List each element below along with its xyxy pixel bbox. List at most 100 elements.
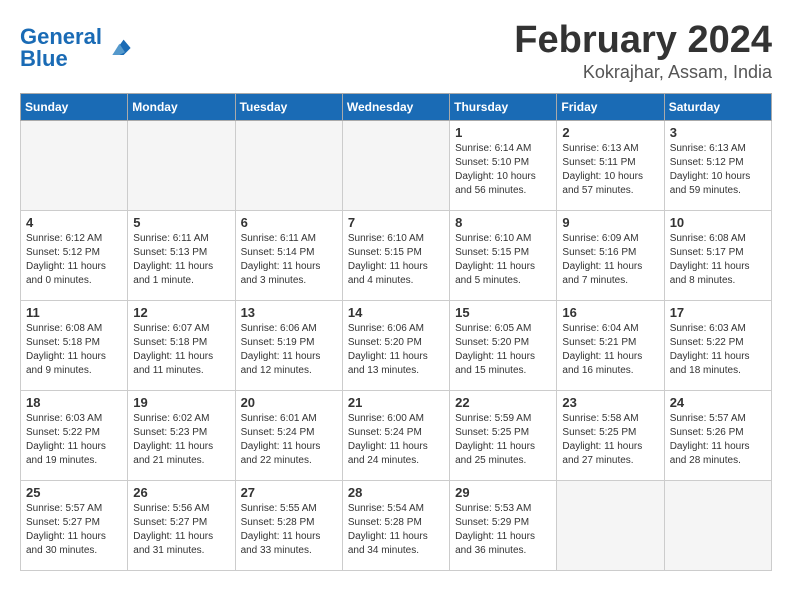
weekday-header-row: SundayMondayTuesdayWednesdayThursdayFrid…: [21, 93, 772, 120]
week-row-4: 18Sunrise: 6:03 AM Sunset: 5:22 PM Dayli…: [21, 390, 772, 480]
day-number: 15: [455, 305, 551, 320]
day-number: 13: [241, 305, 337, 320]
day-number: 21: [348, 395, 444, 410]
day-number: 1: [455, 125, 551, 140]
day-info: Sunrise: 6:04 AM Sunset: 5:21 PM Dayligh…: [562, 322, 658, 378]
calendar-cell: 17 Sunrise: 6:03 AM Sunset: 5:22 PM Dayli…: [664, 300, 771, 390]
day-number: 10: [670, 215, 766, 230]
weekday-header-sunday: Sunday: [21, 93, 128, 120]
day-info: Sunrise: 6:02 AM Sunset: 5:23 PM Dayligh…: [133, 412, 229, 468]
calendar-cell: [128, 120, 235, 210]
calendar-cell: 29 Sunrise: 5:53 AM Sunset: 5:29 PM Dayli…: [450, 480, 557, 570]
week-row-1: 1 Sunrise: 6:14 AM Sunset: 5:10 PM Daylig…: [21, 120, 772, 210]
calendar-cell: [21, 120, 128, 210]
day-info: Sunrise: 5:53 AM Sunset: 5:29 PM Dayligh…: [455, 502, 551, 558]
calendar-cell: 4 Sunrise: 6:12 AM Sunset: 5:12 PM Daylig…: [21, 210, 128, 300]
calendar-cell: 20Sunrise: 6:01 AM Sunset: 5:24 PM Dayli…: [235, 390, 342, 480]
weekday-header-wednesday: Wednesday: [342, 93, 449, 120]
weekday-header-saturday: Saturday: [664, 93, 771, 120]
day-info: Sunrise: 6:12 AM Sunset: 5:12 PM Dayligh…: [26, 232, 122, 288]
day-number: 19: [133, 395, 229, 410]
logo-text: General Blue: [20, 26, 102, 70]
calendar-cell: 25 Sunrise: 5:57 AM Sunset: 5:27 PM Dayli…: [21, 480, 128, 570]
day-info: Sunrise: 5:57 AM Sunset: 5:27 PM Dayligh…: [26, 502, 122, 558]
day-number: 25: [26, 485, 122, 500]
day-info: Sunrise: 6:10 AM Sunset: 5:15 PM Dayligh…: [348, 232, 444, 288]
day-info: Sunrise: 6:11 AM Sunset: 5:13 PM Dayligh…: [133, 232, 229, 288]
calendar-cell: 22 Sunrise: 5:59 AM Sunset: 5:25 PM Dayli…: [450, 390, 557, 480]
day-info: Sunrise: 6:07 AM Sunset: 5:18 PM Dayligh…: [133, 322, 229, 378]
day-number: 4: [26, 215, 122, 230]
weekday-header-tuesday: Tuesday: [235, 93, 342, 120]
day-number: 16: [562, 305, 658, 320]
logo-icon: [104, 34, 132, 62]
day-number: 8: [455, 215, 551, 230]
day-info: Sunrise: 6:01 AM Sunset: 5:24 PM Dayligh…: [241, 412, 337, 468]
day-info: Sunrise: 6:11 AM Sunset: 5:14 PM Dayligh…: [241, 232, 337, 288]
day-info: Sunrise: 6:06 AM Sunset: 5:19 PM Dayligh…: [241, 322, 337, 378]
day-info: Sunrise: 5:54 AM Sunset: 5:28 PM Dayligh…: [348, 502, 444, 558]
calendar-cell: 24 Sunrise: 5:57 AM Sunset: 5:26 PM Dayli…: [664, 390, 771, 480]
calendar-cell: [557, 480, 664, 570]
calendar-cell: 15 Sunrise: 6:05 AM Sunset: 5:20 PM Dayli…: [450, 300, 557, 390]
day-info: Sunrise: 6:03 AM Sunset: 5:22 PM Dayligh…: [26, 412, 122, 468]
day-number: 23: [562, 395, 658, 410]
day-info: Sunrise: 5:59 AM Sunset: 5:25 PM Dayligh…: [455, 412, 551, 468]
logo-blue: Blue: [20, 46, 68, 71]
day-info: Sunrise: 6:13 AM Sunset: 5:11 PM Dayligh…: [562, 142, 658, 198]
day-info: Sunrise: 6:08 AM Sunset: 5:18 PM Dayligh…: [26, 322, 122, 378]
week-row-5: 25 Sunrise: 5:57 AM Sunset: 5:27 PM Dayli…: [21, 480, 772, 570]
calendar-cell: 1 Sunrise: 6:14 AM Sunset: 5:10 PM Daylig…: [450, 120, 557, 210]
day-info: Sunrise: 6:00 AM Sunset: 5:24 PM Dayligh…: [348, 412, 444, 468]
calendar-cell: 5 Sunrise: 6:11 AM Sunset: 5:13 PM Daylig…: [128, 210, 235, 300]
weekday-header-friday: Friday: [557, 93, 664, 120]
calendar-cell: 26Sunrise: 5:56 AM Sunset: 5:27 PM Dayli…: [128, 480, 235, 570]
calendar-cell: 28 Sunrise: 5:54 AM Sunset: 5:28 PM Dayli…: [342, 480, 449, 570]
day-number: 29: [455, 485, 551, 500]
day-info: Sunrise: 6:09 AM Sunset: 5:16 PM Dayligh…: [562, 232, 658, 288]
day-number: 11: [26, 305, 122, 320]
calendar-cell: 10 Sunrise: 6:08 AM Sunset: 5:17 PM Dayli…: [664, 210, 771, 300]
day-info: Sunrise: 6:05 AM Sunset: 5:20 PM Dayligh…: [455, 322, 551, 378]
day-number: 17: [670, 305, 766, 320]
day-info: Sunrise: 6:14 AM Sunset: 5:10 PM Dayligh…: [455, 142, 551, 198]
calendar-cell: 21 Sunrise: 6:00 AM Sunset: 5:24 PM Dayli…: [342, 390, 449, 480]
calendar-cell: [664, 480, 771, 570]
header: General Blue February 2024 Kokrajhar, As…: [20, 20, 772, 83]
calendar-cell: 11 Sunrise: 6:08 AM Sunset: 5:18 PM Dayli…: [21, 300, 128, 390]
day-info: Sunrise: 5:57 AM Sunset: 5:26 PM Dayligh…: [670, 412, 766, 468]
day-number: 6: [241, 215, 337, 230]
day-number: 22: [455, 395, 551, 410]
calendar-cell: 16 Sunrise: 6:04 AM Sunset: 5:21 PM Dayli…: [557, 300, 664, 390]
calendar-cell: 9 Sunrise: 6:09 AM Sunset: 5:16 PM Daylig…: [557, 210, 664, 300]
location-subtitle: Kokrajhar, Assam, India: [514, 62, 772, 83]
day-info: Sunrise: 6:08 AM Sunset: 5:17 PM Dayligh…: [670, 232, 766, 288]
month-year-title: February 2024: [514, 20, 772, 62]
calendar-cell: 3Sunrise: 6:13 AM Sunset: 5:12 PM Daylig…: [664, 120, 771, 210]
calendar-cell: [235, 120, 342, 210]
day-number: 3: [670, 125, 766, 140]
day-info: Sunrise: 5:55 AM Sunset: 5:28 PM Dayligh…: [241, 502, 337, 558]
day-number: 5: [133, 215, 229, 230]
day-number: 7: [348, 215, 444, 230]
calendar-cell: 7 Sunrise: 6:10 AM Sunset: 5:15 PM Daylig…: [342, 210, 449, 300]
day-number: 24: [670, 395, 766, 410]
day-number: 26: [133, 485, 229, 500]
calendar-cell: 13 Sunrise: 6:06 AM Sunset: 5:19 PM Dayli…: [235, 300, 342, 390]
day-info: Sunrise: 6:03 AM Sunset: 5:22 PM Dayligh…: [670, 322, 766, 378]
week-row-2: 4 Sunrise: 6:12 AM Sunset: 5:12 PM Daylig…: [21, 210, 772, 300]
calendar-cell: 27Sunrise: 5:55 AM Sunset: 5:28 PM Dayli…: [235, 480, 342, 570]
day-number: 28: [348, 485, 444, 500]
day-info: Sunrise: 5:58 AM Sunset: 5:25 PM Dayligh…: [562, 412, 658, 468]
weekday-header-thursday: Thursday: [450, 93, 557, 120]
calendar-table: SundayMondayTuesdayWednesdayThursdayFrid…: [20, 93, 772, 571]
day-number: 9: [562, 215, 658, 230]
day-number: 14: [348, 305, 444, 320]
calendar-cell: 23 Sunrise: 5:58 AM Sunset: 5:25 PM Dayli…: [557, 390, 664, 480]
day-number: 2: [562, 125, 658, 140]
calendar-cell: 2 Sunrise: 6:13 AM Sunset: 5:11 PM Daylig…: [557, 120, 664, 210]
calendar-cell: 8Sunrise: 6:10 AM Sunset: 5:15 PM Daylig…: [450, 210, 557, 300]
calendar-cell: 14Sunrise: 6:06 AM Sunset: 5:20 PM Dayli…: [342, 300, 449, 390]
weekday-header-monday: Monday: [128, 93, 235, 120]
calendar-cell: 6 Sunrise: 6:11 AM Sunset: 5:14 PM Daylig…: [235, 210, 342, 300]
